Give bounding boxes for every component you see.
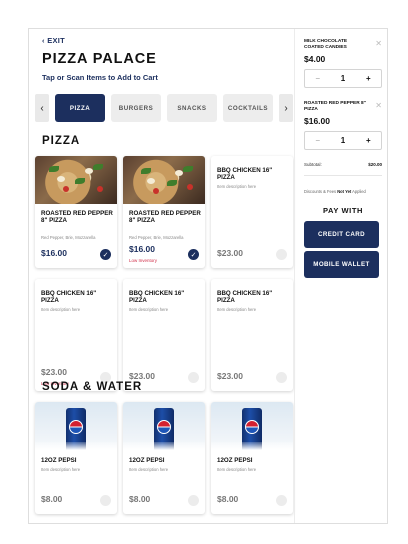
product-card[interactable]: 12OZ PEPSI Item description here $8.00 — [35, 402, 117, 514]
product-price: $8.00 — [129, 494, 151, 504]
tab-pizza[interactable]: PIZZA — [55, 94, 105, 122]
quantity-value: 1 — [340, 135, 346, 145]
product-card[interactable]: BBQ CHICKEN 16" PIZZA Item description h… — [123, 279, 205, 391]
discount-note-bold: Not Yet — [337, 189, 352, 194]
discount-note-prefix: Discounts & Fees — [304, 189, 338, 194]
pepsi-can-image — [211, 402, 293, 450]
product-price: $8.00 — [41, 494, 63, 504]
product-name: BBQ CHICKEN 16" PIZZA — [217, 290, 273, 305]
credit-card-button[interactable]: CREDIT CARD — [304, 221, 379, 248]
product-name: 12OZ PEPSI — [217, 457, 253, 464]
product-price: $16.00 — [129, 244, 155, 254]
product-price: $16.00 — [41, 248, 67, 258]
product-price: $23.00 — [217, 248, 243, 258]
product-description: Item description here — [217, 307, 257, 312]
low-inventory-badge: Low Inventory — [129, 258, 158, 263]
product-name: 12OZ PEPSI — [41, 457, 77, 464]
close-icon[interactable]: ✕ — [375, 101, 382, 110]
product-description: Item description here — [41, 467, 81, 472]
select-circle-icon — [276, 372, 287, 383]
select-circle-icon — [276, 249, 287, 260]
select-circle-icon — [188, 372, 199, 383]
decrement-button[interactable]: − — [315, 136, 320, 145]
product-description: Item description here — [41, 307, 81, 312]
cart-item-name: MILK CHOCOLATE COATED CANDIES — [304, 39, 348, 50]
category-tabs: ‹ PIZZA BURGERS SNACKS COCKTAILS › — [35, 94, 293, 122]
select-circle-icon — [188, 495, 199, 506]
chevron-left-icon: ‹ — [40, 102, 44, 114]
cart-panel: MILK CHOCOLATE COATED CANDIES ✕ $4.00 − … — [294, 29, 387, 523]
cart-item: ROASTED RED PEPPER 8" PIZZA ✕ $16.00 − 1… — [304, 101, 382, 150]
close-icon[interactable]: ✕ — [375, 39, 382, 48]
tab-cocktails[interactable]: COCKTAILS — [223, 94, 273, 122]
subtotal-label: Subtotal: — [304, 162, 322, 167]
section-title-soda: SODA & WATER — [42, 381, 143, 393]
pepsi-can-image — [35, 402, 117, 450]
check-icon: ✓ — [188, 249, 199, 260]
product-name: BBQ CHICKEN 16" PIZZA — [217, 167, 273, 182]
exit-button[interactable]: ‹ EXIT — [42, 36, 65, 45]
mobile-wallet-button[interactable]: MOBILE WALLET — [304, 251, 379, 278]
product-description: Item description here — [217, 467, 257, 472]
discount-note: Discounts & Fees Not Yet Applied — [304, 189, 384, 194]
product-card[interactable]: BBQ CHICKEN 16" PIZZA Item description h… — [211, 156, 293, 268]
quantity-stepper: − 1 + — [304, 130, 382, 150]
increment-button[interactable]: + — [366, 136, 371, 145]
select-circle-icon — [100, 495, 111, 506]
pay-with-heading: PAY WITH — [322, 206, 364, 215]
pizza-image — [35, 156, 117, 204]
cart-item-name: ROASTED RED PEPPER 8" PIZZA — [304, 101, 366, 112]
cart-item-price: $16.00 — [304, 115, 330, 126]
tab-burgers[interactable]: BURGERS — [111, 94, 161, 122]
quantity-value: 1 — [340, 73, 346, 83]
product-name: 12OZ PEPSI — [129, 457, 165, 464]
product-price: $23.00 — [217, 371, 243, 381]
product-description: Item description here — [217, 184, 257, 189]
product-name: ROASTED RED PEPPER 8" PIZZA — [41, 210, 113, 225]
product-card[interactable]: 12OZ PEPSI Item description here $8.00 — [123, 402, 205, 514]
kiosk-window: ‹ EXIT PIZZA PALACE Tap or Scan Items to… — [28, 28, 388, 524]
product-description: Item description here — [129, 307, 169, 312]
quantity-stepper: − 1 + — [304, 68, 382, 88]
divider — [304, 175, 382, 176]
product-price: $23.00 — [129, 371, 155, 381]
product-card[interactable]: 12OZ PEPSI Item description here $8.00 — [211, 402, 293, 514]
chevron-right-icon: › — [284, 102, 288, 114]
discount-note-suffix: Applied — [351, 189, 366, 194]
product-name: ROASTED RED PEPPER 8" PIZZA — [129, 210, 201, 225]
section-title-pizza: PIZZA — [42, 135, 81, 147]
product-card[interactable]: BBQ CHICKEN 16" PIZZA Item description h… — [35, 279, 117, 391]
exit-label: EXIT — [47, 36, 66, 45]
product-description: Item description here — [129, 467, 169, 472]
product-description: Red Pepper, Brie, Mozzarella — [129, 235, 184, 240]
cart-item-price: $4.00 — [304, 53, 326, 64]
subtotal-row: Subtotal: $20.00 — [304, 162, 382, 167]
check-icon: ✓ — [100, 249, 111, 260]
cart-item: MILK CHOCOLATE COATED CANDIES ✕ $4.00 − … — [304, 39, 382, 88]
product-price: $23.00 — [41, 367, 67, 377]
subtotal-value: $20.00 — [368, 162, 382, 167]
increment-button[interactable]: + — [366, 74, 371, 83]
tabs-next-button[interactable]: › — [279, 94, 293, 122]
decrement-button[interactable]: − — [315, 74, 320, 83]
tabs-prev-button[interactable]: ‹ — [35, 94, 49, 122]
product-description: Red Pepper, Brie, Mozzarella — [41, 235, 96, 240]
product-card[interactable]: ROASTED RED PEPPER 8" PIZZA Red Pepper, … — [123, 156, 205, 268]
product-card[interactable]: BBQ CHICKEN 16" PIZZA Item description h… — [211, 279, 293, 391]
pepsi-can-image — [123, 402, 205, 450]
pizza-image — [123, 156, 205, 204]
menu-panel: ‹ EXIT PIZZA PALACE Tap or Scan Items to… — [29, 29, 294, 523]
product-name: BBQ CHICKEN 16" PIZZA — [41, 290, 97, 305]
instructions: Tap or Scan Items to Add to Cart — [42, 73, 158, 82]
select-circle-icon — [276, 495, 287, 506]
product-price: $8.00 — [217, 494, 239, 504]
product-name: BBQ CHICKEN 16" PIZZA — [129, 290, 185, 305]
tab-snacks[interactable]: SNACKS — [167, 94, 217, 122]
product-card[interactable]: ROASTED RED PEPPER 8" PIZZA Red Pepper, … — [35, 156, 117, 268]
store-title: PIZZA PALACE — [42, 51, 157, 67]
